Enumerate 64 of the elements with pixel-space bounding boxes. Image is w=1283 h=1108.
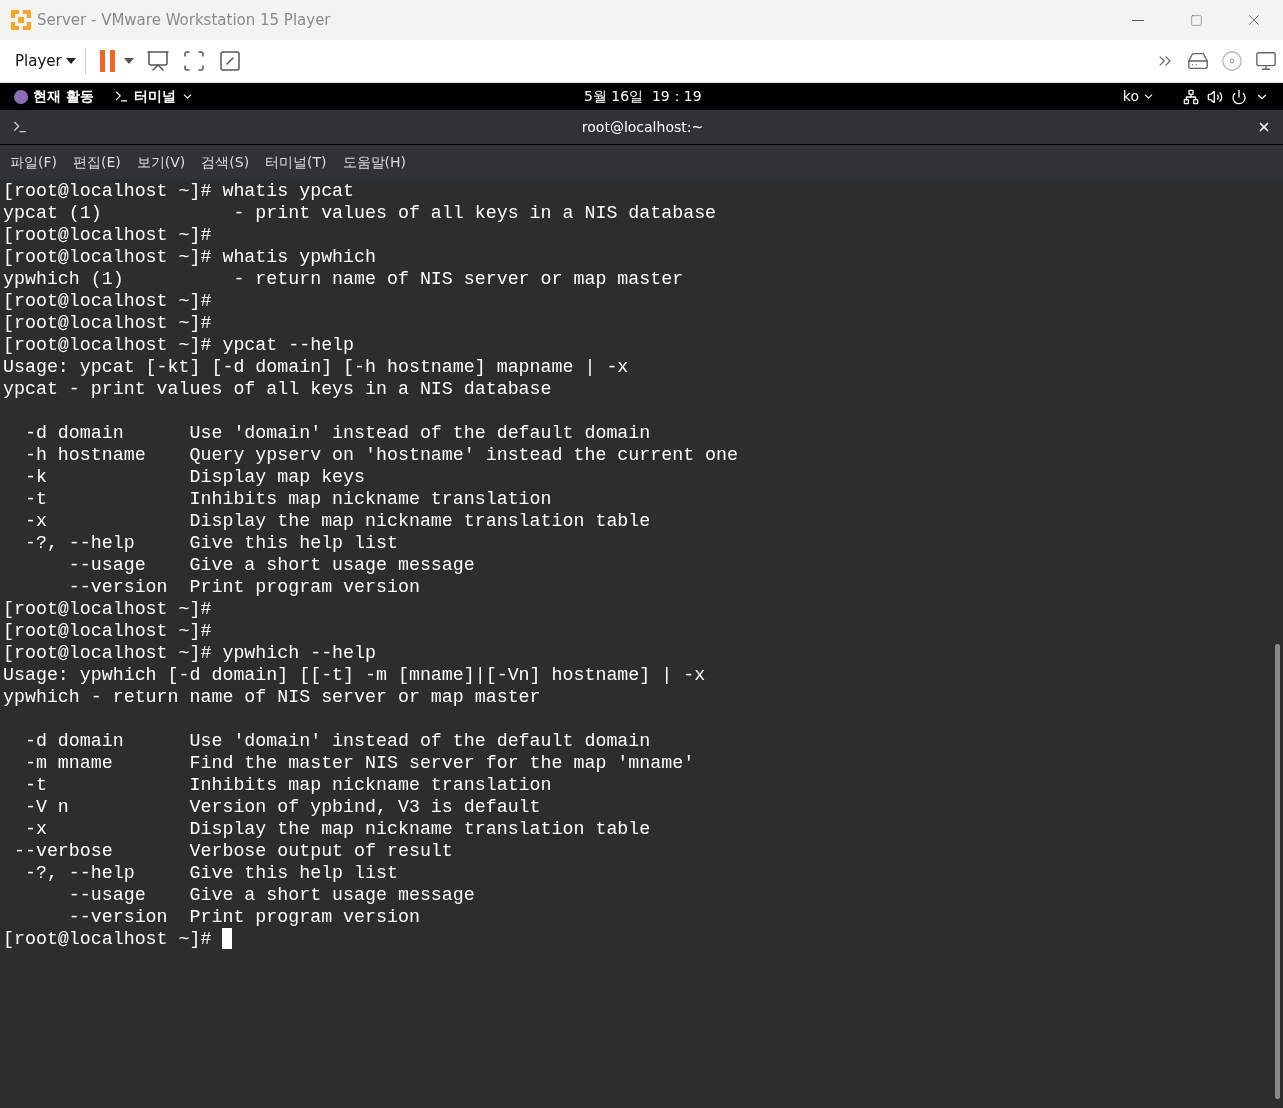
- terminal-line: Usage: ypcat [-kt] [-d domain] [-h hostname] mapname | -x: [3, 356, 629, 378]
- terminal-line: --version Print program version: [67, 906, 420, 928]
- close-icon[interactable]: [1257, 120, 1271, 134]
- terminal-title: root@localhost:~: [580, 117, 705, 137]
- scrollbar-thumb[interactable]: [1275, 644, 1280, 1099]
- terminal-line: [root@localhost ~]#: [3, 224, 212, 246]
- app-menu-button[interactable]: 터미널: [113, 86, 194, 107]
- menu-item[interactable]: 터미널(T): [265, 151, 327, 173]
- terminal-line: --usage Give a short usage message: [67, 554, 475, 576]
- terminal-line: -t Inhibits map nickname translation: [23, 774, 552, 796]
- volume-icon[interactable]: [1207, 88, 1223, 105]
- terminal-line: --version Print program version: [67, 576, 420, 598]
- terminal-line: -?, --help Give this help list: [23, 532, 398, 554]
- terminal-line: [root@localhost ~]# ypcat --help: [3, 334, 355, 356]
- terminal-line: [root@localhost ~]#: [3, 598, 212, 620]
- terminal-line: ypcat (1) - print values of all keys in a NIS database: [3, 202, 717, 224]
- terminal-line: --usage Give a short usage message: [67, 884, 475, 906]
- pause-button[interactable]: [99, 50, 115, 72]
- terminal-icon: [12, 119, 28, 135]
- menu-item[interactable]: 보기(V): [136, 151, 186, 173]
- input-method-button[interactable]: ko: [1122, 86, 1155, 107]
- menu-item[interactable]: 도움말(H): [342, 151, 407, 173]
- activities-button[interactable]: 현재 활동: [14, 86, 94, 107]
- terminal-line: -V n Version of ypbind, V3 is default: [23, 796, 541, 818]
- terminal-line: [root@localhost ~]#: [3, 928, 213, 950]
- window-title: Server - VMware Workstation 15 Player: [37, 9, 331, 31]
- hard-drive-icon[interactable]: [1187, 50, 1209, 72]
- app-logo-icon: [10, 9, 32, 31]
- terminal-line: --verbose Verbose output of result: [12, 840, 453, 862]
- terminal-line: ypwhich (1) - return name of NIS server or map master: [3, 268, 684, 290]
- minimize-icon: [1132, 19, 1144, 21]
- terminal-line: [root@localhost ~]#: [3, 312, 212, 334]
- terminal-line: -x Display the map nickname translation table: [23, 818, 651, 840]
- terminal-line: [root@localhost ~]# ypwhich --help: [3, 642, 376, 664]
- caret-icon[interactable]: [123, 58, 134, 64]
- unity-icon[interactable]: [217, 49, 242, 73]
- terminal-icon: [113, 89, 129, 104]
- terminal-line: -x Display the map nickname translation table: [23, 510, 651, 532]
- send-keys-icon[interactable]: [145, 49, 170, 73]
- player-menu-button[interactable]: Player: [15, 49, 76, 73]
- terminal-line: -m mname Find the master NIS server for the map 'mname': [23, 752, 695, 774]
- menu-item[interactable]: 파일(F): [10, 151, 57, 173]
- maximize-icon: [1189, 13, 1203, 27]
- terminal-line: [root@localhost ~]#: [3, 620, 212, 642]
- terminal-line: ypcat - print values of all keys in a NIS database: [3, 378, 552, 400]
- clock[interactable]: 5월 16일 19：19: [583, 86, 702, 107]
- terminal-line: -t Inhibits map nickname translation: [23, 488, 552, 510]
- terminal-line: [root@localhost ~]#: [3, 290, 212, 312]
- power-icon[interactable]: [1231, 88, 1247, 105]
- terminal-line: [root@localhost ~]# whatis ypwhich: [3, 246, 376, 268]
- menu-item[interactable]: 편집(E): [73, 151, 121, 173]
- terminal-line: -?, --help Give this help list: [23, 862, 398, 884]
- monitor-icon[interactable]: [1255, 50, 1277, 72]
- caret-icon: [65, 58, 76, 64]
- terminal-line: -d domain Use 'domain' instead of the default domain: [23, 422, 651, 444]
- terminal-line: Usage: ypwhich [-d domain] [[-t] -m [mname]|[-Vn] hostname] | -x: [3, 664, 706, 686]
- terminal-line: [root@localhost ~]# whatis ypcat: [3, 180, 355, 202]
- terminal-line: -d domain Use 'domain' instead of the default domain: [23, 730, 651, 752]
- terminal-line: -h hostname Query ypserv on 'hostname' instead the current one: [23, 444, 739, 466]
- menu-item[interactable]: 검색(S): [201, 151, 250, 173]
- fullscreen-icon[interactable]: [181, 49, 206, 73]
- terminal-line: -k Display map keys: [23, 466, 366, 488]
- network-icon[interactable]: [1183, 88, 1199, 105]
- terminal-line: ypwhich - return name of NIS server or map master: [3, 686, 541, 708]
